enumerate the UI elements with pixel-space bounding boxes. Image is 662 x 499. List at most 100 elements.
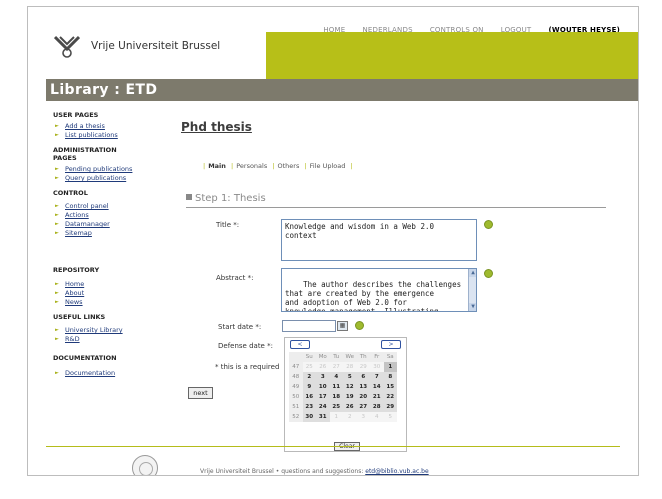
sidebar-item-list-publications[interactable]: List publications [53,131,173,140]
university-seal-icon [132,455,158,475]
top-navigation: HOME NEDERLANDS CONTROLS ON LOGOUT (WOUT… [28,7,638,34]
footer-divider [46,446,620,447]
calendar-day[interactable]: 25 [302,362,316,372]
tab-personals[interactable]: Personals [236,162,267,170]
sidebar-item-control-panel[interactable]: Control panel [53,202,173,211]
scroll-up-icon[interactable]: ▲ [469,269,476,277]
calendar-day[interactable]: 12 [343,382,357,392]
calendar-day[interactable]: 10 [316,382,330,392]
sidebar-section-user-pages: USER PAGES [53,111,99,119]
start-date-label: Start date *: [218,323,262,331]
calendar-day[interactable]: 28 [343,362,357,372]
calendar-day[interactable]: 1 [329,412,343,422]
calendar-day[interactable]: 22 [383,392,397,402]
sidebar-item-about[interactable]: About [53,289,173,298]
sidebar-item-add-thesis[interactable]: Add a thesis [53,122,173,131]
calendar-day[interactable]: 2 [302,372,316,382]
vub-logo-icon [54,35,80,58]
calendar-day[interactable]: 30 [302,412,316,422]
calendar-day[interactable]: 13 [356,382,370,392]
calendar-day[interactable]: 16 [302,392,316,402]
weekday-header: Sa [383,352,397,362]
contact-email-link[interactable]: etd@biblio.vub.ac.be [365,468,428,475]
abstract-label: Abstract *: [216,274,254,282]
page-title: Phd thesis [181,120,252,134]
abstract-textarea[interactable]: The author describes the challenges that… [281,268,477,312]
sidebar-item-home[interactable]: Home [53,280,173,289]
calendar-day[interactable]: 5 [343,372,357,382]
calendar-day[interactable]: 29 [356,362,370,372]
calendar-day[interactable]: 26 [343,402,357,412]
abstract-scrollbar[interactable]: ▲ ▼ [468,269,476,311]
scroll-down-icon[interactable]: ▼ [469,303,476,311]
calendar-day[interactable]: 2 [343,412,357,422]
calendar-day[interactable]: 26 [316,362,330,372]
calendar-day[interactable]: 5 [383,412,397,422]
browser-page: HOME NEDERLANDS CONTROLS ON LOGOUT (WOUT… [27,6,639,476]
week-number: 47 [289,362,303,372]
sidebar-item-pending-publications[interactable]: Pending publications [53,165,173,174]
tab-main[interactable]: Main [208,162,226,170]
calendar-day[interactable]: 14 [370,382,384,392]
sidebar-item-actions[interactable]: Actions [53,211,173,220]
calendar-day[interactable]: 20 [356,392,370,402]
calendar-day[interactable]: 8 [383,372,397,382]
calendar-day[interactable]: 21 [370,392,384,402]
calendar-day[interactable]: 23 [302,402,316,412]
calendar-day[interactable]: 4 [329,372,343,382]
footer-text: Vrije Universiteit Brussel • questions a… [200,468,429,475]
calendar-day[interactable]: 24 [316,402,330,412]
week-number: 52 [289,412,303,422]
sidebar-item-university-library[interactable]: University Library [53,326,173,335]
weekday-header: We [343,352,357,362]
previous-month-button[interactable]: < [290,340,310,349]
sidebar-section-administration: ADMINISTRATION PAGES [53,146,117,162]
week-number: 50 [289,392,303,402]
calendar-day[interactable]: 3 [356,412,370,422]
sidebar-item-query-publications[interactable]: Query publications [53,174,173,183]
step-bullet-icon [186,194,192,200]
help-icon[interactable] [355,321,364,330]
calendar-day[interactable]: 27 [356,402,370,412]
tab-others[interactable]: Others [278,162,300,170]
weekday-header: Su [302,352,316,362]
title-textarea[interactable]: Knowledge and wisdom in a Web 2.0 contex… [281,219,477,261]
calendar-day[interactable]: 6 [356,372,370,382]
calendar-day[interactable]: 9 [302,382,316,392]
calendar-day[interactable]: 28 [370,402,384,412]
calendar-day[interactable]: 7 [370,372,384,382]
sidebar-item-sitemap[interactable]: Sitemap [53,229,173,238]
defense-date-label: Defense date *: [218,342,273,350]
calendar-day[interactable]: 18 [329,392,343,402]
date-picker-popup: < > Su Mo Tu We Th Fr Sa 47 25 26 27 28 … [284,337,407,452]
calendar-day[interactable]: 11 [329,382,343,392]
calendar-day[interactable]: 25 [329,402,343,412]
tab-file-upload[interactable]: File Upload [310,162,346,170]
help-icon[interactable] [484,220,493,229]
divider [186,207,606,208]
sidebar-item-news[interactable]: News [53,298,173,307]
start-date-input[interactable] [282,320,336,332]
calendar-day[interactable]: 29 [383,402,397,412]
calendar-day[interactable]: 30 [370,362,384,372]
sidebar-item-datamanager[interactable]: Datamanager [53,220,173,229]
sidebar-item-documentation[interactable]: Documentation [53,369,173,378]
calendar-day[interactable]: 4 [370,412,384,422]
next-month-button[interactable]: > [381,340,401,349]
calendar-grid: Su Mo Tu We Th Fr Sa 47 25 26 27 28 29 3… [289,352,397,422]
calendar-day[interactable]: 3 [316,372,330,382]
calendar-day[interactable]: 15 [383,382,397,392]
calendar-day[interactable]: 19 [343,392,357,402]
week-number-header [289,352,303,362]
calendar-day[interactable]: 1 [383,362,397,372]
next-button[interactable]: next [188,387,213,399]
week-number: 51 [289,402,303,412]
calendar-icon[interactable]: ▦ [337,321,348,331]
calendar-day[interactable]: 27 [329,362,343,372]
calendar-day[interactable]: 31 [316,412,330,422]
calendar-day[interactable]: 17 [316,392,330,402]
help-icon[interactable] [484,269,493,278]
site-title: Library : ETD [50,82,158,98]
title-label: Title *: [216,221,240,229]
sidebar-item-rnd[interactable]: R&D [53,335,173,344]
